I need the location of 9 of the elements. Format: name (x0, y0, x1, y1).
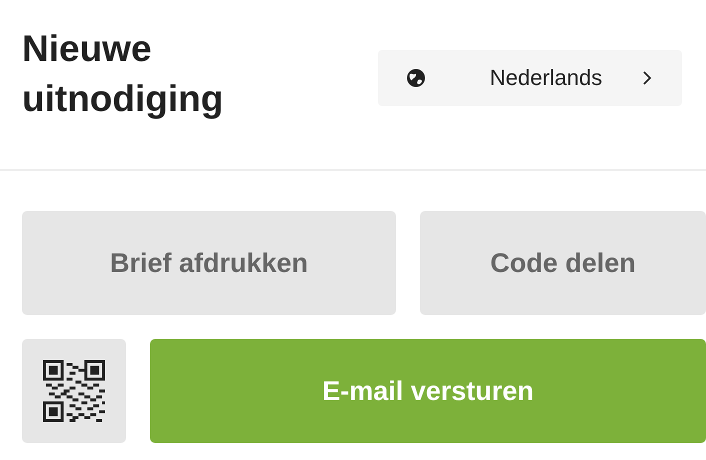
language-button[interactable]: Nederlands (378, 50, 682, 106)
globe-icon (406, 68, 426, 88)
action-button[interactable]: Brief afdrukken (22, 211, 396, 315)
qr-button[interactable] (22, 339, 126, 443)
email-button[interactable]: E-mail versturen (150, 339, 706, 443)
chevron-right-icon (642, 70, 652, 86)
action-button[interactable]: Code delen (420, 211, 706, 315)
qr-code-icon (43, 360, 105, 422)
page-title: Nieuwe uitnodiging (22, 27, 224, 121)
